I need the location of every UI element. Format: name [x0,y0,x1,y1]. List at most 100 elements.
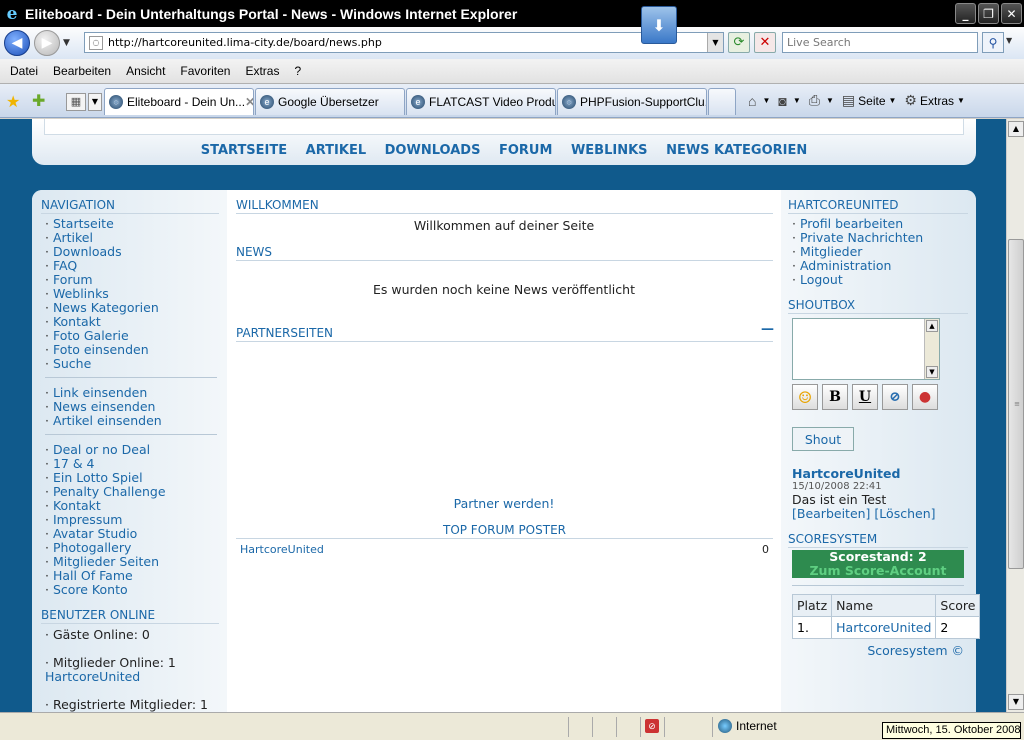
user-link-item[interactable]: · Private Nachrichten [792,231,923,245]
tab-eliteboard[interactable]: ◌ Eliteboard - Dein Un... ✕ [104,88,254,115]
shout-edit-link[interactable]: [Bearbeiten] [792,506,870,521]
popup-blocker-icon[interactable]: ⊘ [645,719,659,733]
nav-link-item[interactable]: · Artikel [45,231,159,245]
tab-flatcast[interactable]: e FLATCAST Video Produ... [406,88,556,115]
address-bar[interactable]: ◌ http://hartcoreunited.lima-city.de/boa… [84,32,724,53]
menu-datei[interactable]: Datei [10,64,38,78]
nav-link-item[interactable]: · Startseite [45,217,159,231]
page-menu-button[interactable]: ▤ Seite ▼ [842,92,897,109]
shoutbox-textarea[interactable]: ▲ ▼ [792,318,940,380]
scoresystem-footer[interactable]: Scoresystem © [792,643,964,658]
submit-link-item[interactable]: · Link einsenden [45,386,162,400]
partner-werden-link[interactable]: Partner werden! [227,496,781,511]
extra-link-item[interactable]: · Penalty Challenge [45,485,166,499]
underline-button[interactable]: U [852,384,878,410]
menu-favoriten[interactable]: Favoriten [180,64,230,78]
minimize-button[interactable]: _ [955,3,976,24]
security-zone[interactable]: Internet [718,719,777,733]
left-sidebar: NAVIGATION · Startseite · Artikel · Downlo… [32,190,224,712]
menu-ansicht[interactable]: Ansicht [126,64,165,78]
tab-list-dropdown-icon[interactable]: ▼ [88,93,102,111]
feeds-button[interactable]: ◙ ▼ [778,93,800,109]
scroll-down-icon[interactable]: ▼ [926,366,938,378]
cell-name[interactable]: HartcoreUnited [831,616,937,639]
tab-google-translate[interactable]: e Google Übersetzer [255,88,405,115]
score-account-link[interactable]: Zum Score-Account [792,564,964,578]
shout-button[interactable]: Shout [792,427,854,451]
tab-close-icon[interactable]: ✕ [245,95,253,109]
extra-link-item[interactable]: · Avatar Studio [45,527,166,541]
topnav-downloads[interactable]: DOWNLOADS [385,143,481,158]
nav-link-item[interactable]: · FAQ [45,259,159,273]
tab-phpfusion[interactable]: ◌ PHPFusion-SupportClu... [557,88,707,115]
scroll-up-icon[interactable]: ▲ [1008,121,1024,137]
extra-link-item[interactable]: · Impressum [45,513,166,527]
search-input[interactable]: Live Search [782,32,978,53]
menu-extras[interactable]: Extras [245,64,279,78]
new-tab-button[interactable] [708,88,736,115]
extra-link-label: Photogallery [52,540,132,555]
home-button[interactable]: ⌂ ▼ [748,93,770,109]
status-divider [616,717,617,737]
add-favorite-icon[interactable]: ✚ [32,91,45,110]
search-options-dropdown-icon[interactable]: ▼ [1006,36,1012,45]
top-poster-name[interactable]: HartcoreUnited [240,543,324,556]
topnav-weblinks[interactable]: WEBLINKS [571,143,648,158]
nav-link-item[interactable]: · Forum [45,273,159,287]
extra-link-item[interactable]: · Ein Lotto Spiel [45,471,166,485]
extra-link-item[interactable]: · Photogallery [45,541,166,555]
nav-link-item[interactable]: · Kontakt [45,315,159,329]
shout-delete-link[interactable]: [Löschen] [874,506,935,521]
favorites-star-icon[interactable]: ★ [6,92,20,111]
extra-link-item[interactable]: · Kontakt [45,499,166,513]
forward-button[interactable]: ▶ [34,30,60,56]
extra-link-item[interactable]: · Mitglieder Seiten [45,555,166,569]
quick-tabs-icon[interactable]: ▦ [66,93,86,111]
nav-link-item[interactable]: · Weblinks [45,287,159,301]
close-button[interactable]: ✕ [1001,3,1022,24]
scroll-up-icon[interactable]: ▲ [926,320,938,332]
page-scrollbar[interactable]: ▲ ≡ ▼ [1006,119,1024,712]
user-link-item[interactable]: · Administration [792,259,923,273]
shoutbox-scrollbar[interactable]: ▲ ▼ [924,319,939,379]
search-icon[interactable]: ⚲ [982,32,1004,53]
extra-link-item[interactable]: · Deal or no Deal [45,443,166,457]
color-button[interactable]: ● [912,384,938,410]
nav-link-item[interactable]: · Downloads [45,245,159,259]
topnav-startseite[interactable]: STARTSEITE [201,143,287,158]
nav-link-item[interactable]: · News Kategorien [45,301,159,315]
nav-link-item[interactable]: · Foto einsenden [45,343,159,357]
shout-author[interactable]: HartcoreUnited [792,466,900,481]
extra-link-item[interactable]: · Score Konto [45,583,166,597]
link-button[interactable]: ⊘ [882,384,908,410]
scroll-down-icon[interactable]: ▼ [1008,694,1024,710]
extra-link-item[interactable]: · Hall Of Fame [45,569,166,583]
address-dropdown-icon[interactable]: ▼ [707,33,723,52]
collapse-icon[interactable]: — [761,322,774,337]
smiley-button[interactable]: ☺ [792,384,818,410]
history-dropdown-icon[interactable]: ▼ [63,38,70,48]
user-link-item[interactable]: · Mitglieder [792,245,923,259]
scrollbar-thumb[interactable]: ≡ [1008,239,1024,569]
user-link-item[interactable]: · Profil bearbeiten [792,217,923,231]
online-member-link[interactable]: HartcoreUnited [45,669,140,684]
topnav-news-kategorien[interactable]: NEWS KATEGORIEN [666,143,807,158]
menu-help[interactable]: ? [294,64,301,78]
topnav-forum[interactable]: FORUM [499,143,552,158]
nav-link-item[interactable]: · Foto Galerie [45,329,159,343]
download-arrow-icon[interactable]: ⬇ [641,6,677,44]
topnav-artikel[interactable]: ARTIKEL [306,143,366,158]
bold-button[interactable]: B [822,384,848,410]
submit-link-item[interactable]: · Artikel einsenden [45,414,162,428]
back-button[interactable]: ◀ [4,30,30,56]
maximize-button[interactable]: ❐ [978,3,999,24]
user-link-item[interactable]: · Logout [792,273,923,287]
tools-menu-button[interactable]: ⚙ Extras ▼ [904,92,965,109]
extra-link-item[interactable]: · 17 & 4 [45,457,166,471]
refresh-button[interactable]: ⟳ [728,32,750,53]
stop-button[interactable]: ✕ [754,32,776,53]
menu-bearbeiten[interactable]: Bearbeiten [53,64,111,78]
nav-link-item[interactable]: · Suche [45,357,159,371]
submit-link-item[interactable]: · News einsenden [45,400,162,414]
print-button[interactable]: ⎙ ▼ [809,92,834,109]
